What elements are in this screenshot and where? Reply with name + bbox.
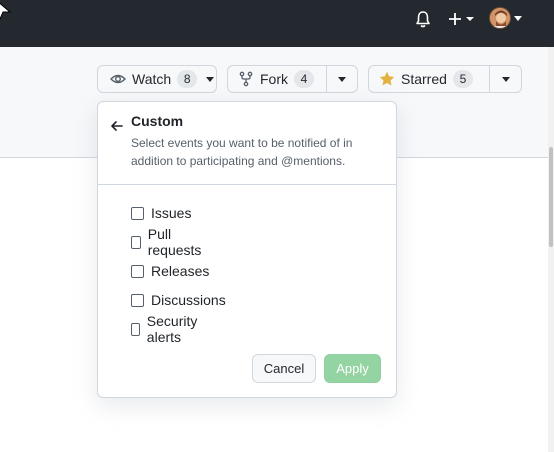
option-security-alerts[interactable]: Security alerts [131,313,202,345]
fork-button-group: Fork 4 [227,65,358,93]
watch-main[interactable]: Watch 8 [98,66,203,92]
mouse-cursor-icon [0,2,12,20]
checkbox[interactable] [131,235,141,249]
option-label: Issues [151,205,192,221]
chevron-down-icon [501,76,510,82]
checkbox[interactable] [131,322,140,336]
checkbox[interactable] [131,264,144,278]
chevron-down-icon [514,16,522,21]
chevron-down-icon [205,76,214,82]
top-navbar [0,0,554,47]
fork-icon [239,71,253,87]
plus-icon[interactable] [448,9,476,29]
panel-title: Custom [131,113,184,129]
checkbox[interactable] [131,293,144,307]
apply-button[interactable]: Apply [324,354,381,383]
fork-label: Fork [260,71,288,87]
star-count: 5 [452,70,473,88]
option-releases[interactable]: Releases [131,261,209,281]
eye-icon [110,74,126,84]
cancel-button[interactable]: Cancel [252,354,316,383]
option-label: Pull requests [147,226,202,258]
fork-dropdown[interactable] [325,66,357,92]
option-discussions[interactable]: Discussions [131,290,226,310]
star-filled-icon [379,71,395,86]
option-issues[interactable]: Issues [131,203,191,223]
page-scrollbar[interactable] [548,47,554,452]
user-menu[interactable] [489,7,525,29]
watch-dropdown[interactable] [203,66,216,92]
fork-button[interactable]: Fork 4 [228,66,326,92]
star-dropdown[interactable] [489,66,521,92]
star-button-group: Starred 5 [368,65,522,93]
custom-notifications-panel: Custom Select events you want to be noti… [97,101,397,398]
bell-icon[interactable] [413,9,433,29]
arrow-left-icon[interactable] [110,119,124,133]
chevron-down-icon [337,76,346,82]
avatar [489,7,511,29]
watch-label: Watch [132,71,172,87]
panel-description: Select events you want to be notified of… [131,136,353,168]
panel-header: Custom Select events you want to be noti… [98,102,396,185]
scrollbar-thumb[interactable] [549,147,553,247]
watch-button[interactable]: Watch 8 [97,65,217,93]
fork-count: 4 [294,70,314,88]
watch-count: 8 [177,70,198,88]
checkbox[interactable] [131,206,144,220]
option-pull-requests[interactable]: Pull requests [131,226,205,258]
starred-button[interactable]: Starred 5 [369,66,489,92]
starred-label: Starred [401,71,447,87]
option-label: Discussions [151,292,226,308]
option-label: Releases [151,263,210,279]
option-label: Security alerts [146,313,198,345]
